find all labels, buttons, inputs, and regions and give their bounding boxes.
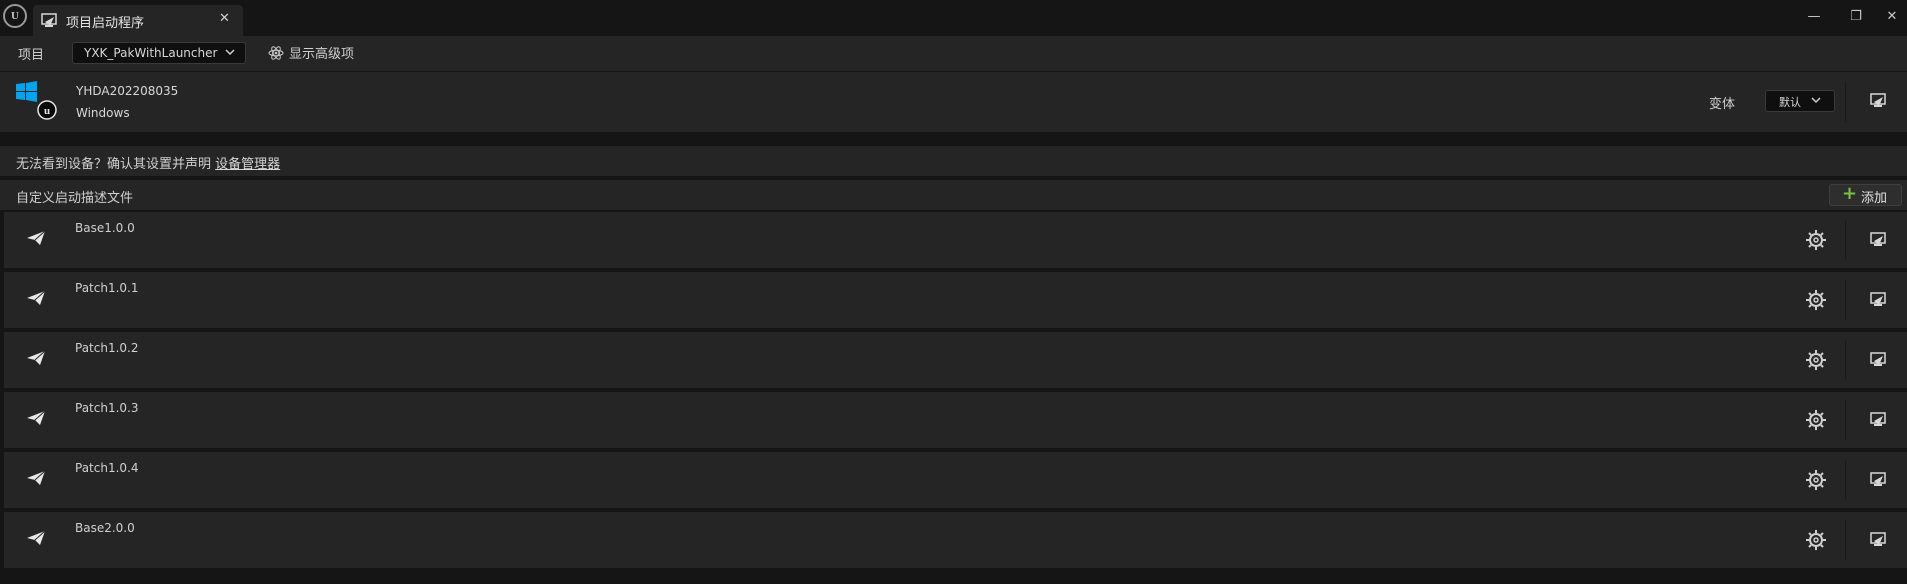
paper-plane-icon [26,230,46,250]
variant-label: 变体 [1709,97,1736,112]
profiles-header: 自定义启动描述文件 + 添加 [0,180,1907,210]
tab-project-launcher[interactable]: 项目启动程序 ✕ [33,5,243,36]
divider [1845,520,1846,560]
profile-row[interactable]: Patch1.0.3 [4,392,1907,448]
project-value: YXK_PakWithLauncher [84,46,218,60]
launch-profile-icon[interactable] [1870,532,1888,552]
profile-row[interactable]: Patch1.0.4 [4,452,1907,508]
launch-profile-icon[interactable] [1870,292,1888,312]
settings-gear-icon[interactable] [1805,529,1827,555]
profile-row[interactable]: Base1.0.0 [4,212,1907,268]
divider [1845,400,1846,440]
device-panel: u YHDA202208035 Windows 变体 默认 [0,72,1907,132]
divider [1845,340,1846,380]
divider [1845,280,1846,320]
profile-name: Base2.0.0 [75,521,135,535]
profile-row[interactable]: Patch1.0.1 [4,272,1907,328]
device-os: Windows [76,106,130,120]
unreal-logo-icon[interactable]: U [3,4,27,28]
launch-profile-icon[interactable] [1870,232,1888,252]
divider [1845,82,1846,122]
add-profile-button[interactable]: + 添加 [1829,184,1902,206]
plus-icon: + [1842,183,1858,204]
profile-name: Patch1.0.4 [75,461,139,475]
settings-gear-icon[interactable] [1805,469,1827,495]
add-label: 添加 [1861,191,1888,206]
hint-text: 无法看到设备？确认其设置并声明 [16,157,216,172]
profiles-title: 自定义启动描述文件 [16,191,134,206]
launch-device-icon[interactable] [1870,93,1888,113]
launcher-icon [41,13,59,33]
restore-button[interactable]: ❐ [1841,6,1871,30]
device-name: YHDA202208035 [76,84,179,98]
windows-platform-icon: u [16,80,62,126]
launch-profile-icon[interactable] [1870,472,1888,492]
settings-gear-icon[interactable] [1805,409,1827,435]
toolbar: 项目 YXK_PakWithLauncher 显示高级项 [0,36,1907,71]
atom-icon [268,45,284,65]
profile-name: Patch1.0.2 [75,341,139,355]
settings-gear-icon[interactable] [1805,349,1827,375]
profile-row[interactable]: Patch1.0.2 [4,332,1907,388]
divider [1845,220,1846,260]
device-hint: 无法看到设备？确认其设置并声明 设备管理器 [16,153,280,172]
chevron-down-icon [1810,93,1822,110]
show-advanced-label: 显示高级项 [289,47,355,62]
chevron-down-icon [224,45,236,62]
profile-name: Patch1.0.3 [75,401,139,415]
settings-gear-icon[interactable] [1805,229,1827,255]
paper-plane-icon [26,410,46,430]
svg-text:u: u [44,105,50,117]
profile-row[interactable]: Base2.0.0 [4,512,1907,568]
paper-plane-icon [26,350,46,370]
paper-plane-icon [26,530,46,550]
settings-gear-icon[interactable] [1805,289,1827,315]
divider [1845,460,1846,500]
profile-name: Base1.0.0 [75,221,135,235]
device-hint-bar: 无法看到设备？确认其设置并声明 设备管理器 [0,146,1907,176]
title-bar: U 项目启动程序 ✕ — ❐ ✕ [0,0,1907,36]
tab-label: 项目启动程序 [66,16,145,31]
variant-value: 默认 [1779,96,1801,109]
launch-profile-icon[interactable] [1870,412,1888,432]
close-tab-icon[interactable]: ✕ [219,11,230,26]
paper-plane-icon [26,470,46,490]
paper-plane-icon [26,290,46,310]
profile-name: Patch1.0.1 [75,281,139,295]
project-label: 项目 [18,48,45,63]
variant-dropdown[interactable]: 默认 [1765,90,1835,112]
minimize-button[interactable]: — [1799,6,1829,30]
launch-profile-icon[interactable] [1870,352,1888,372]
device-manager-link[interactable]: 设备管理器 [215,157,280,172]
project-dropdown[interactable]: YXK_PakWithLauncher [72,42,246,64]
close-window-button[interactable]: ✕ [1877,6,1907,30]
